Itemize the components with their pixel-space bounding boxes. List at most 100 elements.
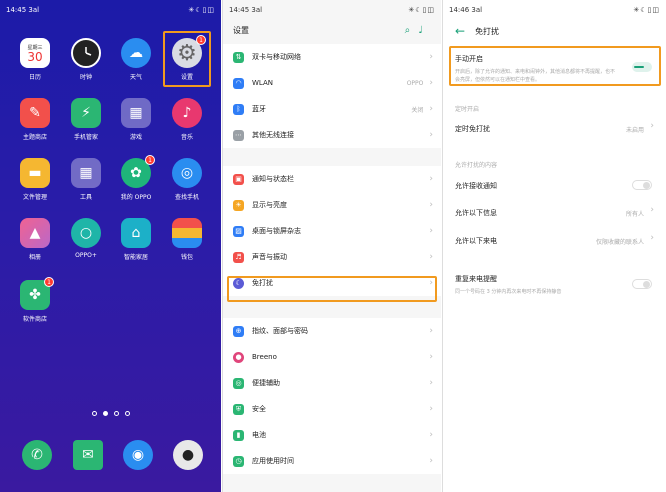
- page-title: 免打扰: [475, 26, 500, 36]
- back-arrow-icon[interactable]: ←: [455, 24, 465, 38]
- settings-item-sound[interactable]: ♬ 声音与振动 ›: [223, 244, 441, 270]
- app-tools-folder[interactable]: ▦ 工具: [60, 158, 112, 201]
- app-phone-manager[interactable]: ⚡ 手机管家: [60, 98, 112, 141]
- sound-icon: ♬: [233, 251, 244, 263]
- chevron-right-icon: ›: [429, 130, 433, 140]
- app-my-oppo[interactable]: ✿ 1 我的 OPPO: [110, 155, 162, 201]
- chevron-right-icon: ›: [429, 226, 433, 236]
- microphone-icon[interactable]: ♩: [418, 25, 431, 36]
- app-oppo-plus[interactable]: ○ OPPO+: [60, 218, 112, 259]
- folder-icon: ▬: [20, 158, 50, 188]
- app-smart-home[interactable]: ⌂ 智能家居: [110, 218, 162, 261]
- settings-item-security[interactable]: ⛨ 安全 ›: [223, 396, 441, 422]
- scheduled-dnd-value: 未启用: [625, 127, 644, 134]
- app-label: 钱包: [180, 254, 193, 261]
- settings-item-sim[interactable]: ⇅ 双卡与移动网络 ›: [223, 44, 441, 70]
- settings-highlight: [163, 31, 211, 87]
- repeat-calls-title: 重复来电提醒: [455, 275, 497, 283]
- settings-item-label: 通知与状态栏: [252, 175, 294, 183]
- repeat-calls-description: 同一个号码在 3 分钟内再次来电时不再保持静音: [455, 289, 562, 295]
- app-find-phone[interactable]: ◎ 查找手机: [161, 158, 213, 201]
- allow-messages-title: 允许以下信息: [455, 209, 497, 217]
- smart-home-icon: ⌂: [121, 218, 151, 248]
- settings-item-label: 声音与振动: [252, 253, 287, 261]
- chevron-right-icon: ›: [429, 78, 433, 88]
- app-theme-store[interactable]: ✎ 主题商店: [9, 98, 61, 141]
- app-label: 相册: [28, 254, 41, 261]
- allow-notifications-toggle[interactable]: [632, 180, 652, 190]
- chevron-right-icon: ›: [429, 52, 433, 62]
- dock-camera[interactable]: ●: [173, 440, 203, 470]
- settings-item-fingerprint[interactable]: ⊕ 指纹、面部与密码 ›: [223, 318, 441, 344]
- settings-item-label: 电池: [252, 431, 266, 439]
- page-dot: [124, 411, 130, 416]
- game-folder-icon: ▦: [121, 98, 151, 128]
- status-icons: ✳☾▯◫: [408, 6, 435, 14]
- settings-item-label: 蓝牙: [252, 105, 266, 113]
- wireless-icon: ⋯: [233, 129, 244, 141]
- weather-icon: ☁: [121, 38, 151, 68]
- app-label: 智能家居: [123, 254, 148, 261]
- settings-item-label: 便捷辅助: [252, 379, 280, 387]
- settings-item-wallpaper[interactable]: ▨ 桌面与锁屏杂志 ›: [223, 218, 441, 244]
- status-signal: 3al: [28, 6, 40, 14]
- settings-item-battery[interactable]: ▮ 电池 ›: [223, 422, 441, 448]
- status-bar: 14:45 3al ✳☾▯◫: [223, 0, 441, 20]
- dock-messages[interactable]: ✉: [73, 440, 103, 470]
- dock-browser[interactable]: ◉: [123, 440, 153, 470]
- chevron-right-icon: ›: [429, 174, 433, 184]
- calendar-day: 30: [27, 49, 43, 64]
- app-label: 游戏: [129, 134, 142, 141]
- status-time: 14:46: [449, 6, 470, 14]
- breeno-icon: ●: [233, 351, 244, 363]
- settings-item-display[interactable]: ☀ 显示与亮度 ›: [223, 192, 441, 218]
- dnd-screen: 14:46 3al ✳☾▯◫ ← 免打扰 手动开启 开启后，除了允许的通知、来电…: [442, 0, 666, 492]
- settings-item-label: 双卡与移动网络: [252, 53, 301, 61]
- fingerprint-icon: ⊕: [233, 325, 244, 337]
- section-label-schedule: 定时开启: [455, 106, 480, 113]
- settings-item-breeno[interactable]: ● Breeno ›: [223, 344, 441, 370]
- page-indicator[interactable]: [0, 411, 221, 416]
- settings-item-assist[interactable]: ◎ 便捷辅助 ›: [223, 370, 441, 396]
- header-icons: ⌕♩: [405, 25, 431, 36]
- camera-icon: ●: [181, 447, 195, 463]
- manual-dnd-highlight: [449, 46, 661, 86]
- settings-item-label: 其他无线连接: [252, 131, 294, 139]
- browser-icon: ◉: [131, 447, 145, 463]
- search-icon[interactable]: ⌕: [405, 25, 419, 36]
- app-label: OPPO+: [75, 252, 97, 259]
- settings-item-label: WLAN: [252, 79, 274, 87]
- app-label: 时钟: [79, 74, 92, 81]
- app-file-manager[interactable]: ▬ 文件管理: [9, 158, 61, 201]
- dock-phone[interactable]: ✆: [22, 440, 52, 470]
- settings-item-wlan[interactable]: ◠ WLAN OPPO ›: [223, 70, 441, 96]
- repeat-calls-toggle[interactable]: [632, 279, 652, 289]
- app-weather[interactable]: ☁ 天气: [110, 38, 162, 81]
- wifi-icon: ◠: [233, 77, 244, 89]
- status-icons: ✳☾▯◫: [633, 6, 660, 14]
- app-clock[interactable]: 时钟: [60, 38, 112, 81]
- settings-item-label: 安全: [252, 405, 266, 413]
- app-label: 天气: [129, 74, 142, 81]
- allow-messages-value: 所有人: [625, 211, 644, 218]
- notification-badge: 1: [145, 155, 155, 165]
- app-gallery[interactable]: ▲ 相册: [9, 218, 61, 261]
- app-software-store[interactable]: ✤ 1 软件商店: [9, 277, 61, 323]
- settings-item-label: Breeno: [252, 353, 277, 361]
- settings-item-label: 桌面与锁屏杂志: [252, 227, 301, 235]
- app-wallet[interactable]: 钱包: [161, 218, 213, 261]
- chevron-right-icon: ›: [429, 456, 433, 466]
- app-calendar[interactable]: 星期三 30 日历: [9, 38, 61, 81]
- settings-item-value: 关闭: [411, 106, 424, 114]
- settings-item-usage-time[interactable]: ◷ 应用使用时间 ›: [223, 448, 441, 474]
- status-time: 14:45: [229, 6, 250, 14]
- chevron-right-icon: ›: [650, 233, 654, 243]
- settings-item-other-wireless[interactable]: ⋯ 其他无线连接 ›: [223, 122, 441, 148]
- scheduled-dnd-title: 定时免打扰: [455, 125, 490, 133]
- app-music[interactable]: ♪ 音乐: [161, 98, 213, 141]
- settings-item-notifications[interactable]: ▣ 通知与状态栏 ›: [223, 166, 441, 192]
- allow-calls-value: 仅限收藏的联系人: [595, 239, 644, 246]
- app-game-folder[interactable]: ▦ 游戏: [110, 98, 162, 141]
- settings-item-bluetooth[interactable]: ᛒ 蓝牙 关闭 ›: [223, 96, 441, 122]
- shield-icon: ⛨: [233, 403, 244, 415]
